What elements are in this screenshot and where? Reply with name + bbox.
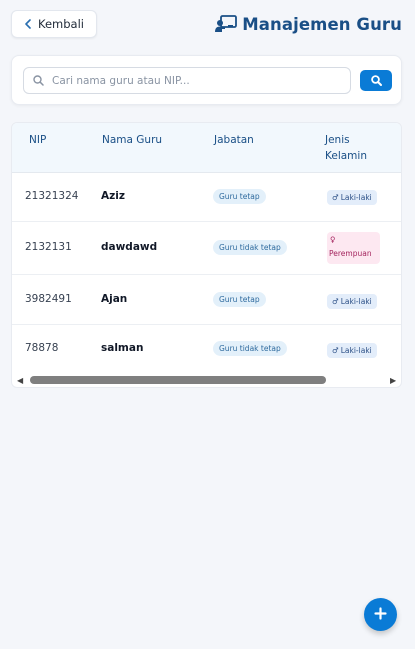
gender-label: Perempuan <box>329 249 372 258</box>
column-header-nip[interactable]: NIP <box>29 132 46 148</box>
app-header: Kembali Manajemen Guru <box>0 0 415 48</box>
gender-badge: ♂ Laki-laki <box>327 294 377 309</box>
table-row[interactable]: 21321324 Aziz Guru tetap ♂ Laki-laki <box>12 173 401 222</box>
search-button[interactable] <box>360 70 392 91</box>
name-cell: Aziz <box>101 190 125 202</box>
scrollbar-thumb[interactable] <box>30 376 326 384</box>
column-header-gender-line2: Kelamin <box>325 150 367 162</box>
column-header-gender[interactable]: Jenis Kelamin <box>325 132 367 164</box>
gender-badge: ♂ Laki-laki <box>327 190 377 205</box>
nip-cell: 2132131 <box>25 241 72 253</box>
gender-label: Laki-laki <box>340 346 372 355</box>
male-icon: ♂ <box>332 193 339 202</box>
search-field[interactable] <box>23 67 351 94</box>
jabatan-badge: Guru tetap <box>213 292 266 307</box>
page-title-group: Manajemen Guru <box>215 12 402 36</box>
horizontal-scrollbar[interactable]: ◀ ▶ <box>12 373 401 387</box>
gender-badge: ♂ Laki-laki <box>327 343 377 358</box>
plus-icon <box>374 605 387 624</box>
teacher-board-icon <box>215 15 238 33</box>
male-icon: ♂ <box>332 346 339 355</box>
jabatan-badge: Guru tidak tetap <box>213 341 287 356</box>
gender-badge: ♀ Perempuan <box>327 232 380 264</box>
table-row[interactable]: 2132131 dawdawd Guru tidak tetap ♀ Perem… <box>12 222 401 275</box>
page-title: Manajemen Guru <box>242 14 402 34</box>
nip-cell: 21321324 <box>25 190 79 202</box>
nip-cell: 3982491 <box>25 293 72 305</box>
nip-cell: 78878 <box>25 342 59 354</box>
search-icon <box>33 71 44 90</box>
name-cell: salman <box>101 342 144 354</box>
table-row[interactable]: 78878 salman Guru tidak tetap ♂ Laki-lak… <box>12 325 401 373</box>
column-header-gender-line1: Jenis <box>325 134 350 146</box>
gender-label: Laki-laki <box>340 297 372 306</box>
gender-label: Laki-laki <box>340 193 372 202</box>
scroll-right-arrow-icon[interactable]: ▶ <box>390 376 396 385</box>
search-card <box>11 55 402 105</box>
scroll-left-arrow-icon[interactable]: ◀ <box>17 376 23 385</box>
table-header: NIP Nama Guru Jabatan Jenis Kelamin <box>12 123 401 173</box>
back-button[interactable]: Kembali <box>11 10 97 38</box>
name-cell: dawdawd <box>101 241 158 253</box>
jabatan-badge: Guru tetap <box>213 189 266 204</box>
search-icon <box>370 71 382 90</box>
name-cell: Ajan <box>101 293 128 305</box>
add-teacher-button[interactable] <box>364 598 397 631</box>
column-header-name[interactable]: Nama Guru <box>102 132 162 148</box>
table-row[interactable]: 3982491 Ajan Guru tetap ♂ Laki-laki <box>12 275 401 325</box>
chevron-left-icon <box>24 19 32 29</box>
male-icon: ♂ <box>332 297 339 306</box>
back-label: Kembali <box>38 17 84 31</box>
teacher-table: NIP Nama Guru Jabatan Jenis Kelamin 2132… <box>11 122 402 388</box>
female-icon: ♀ <box>330 235 336 244</box>
column-header-jabatan[interactable]: Jabatan <box>214 132 254 148</box>
search-input[interactable] <box>52 74 332 87</box>
jabatan-badge: Guru tidak tetap <box>213 240 287 255</box>
